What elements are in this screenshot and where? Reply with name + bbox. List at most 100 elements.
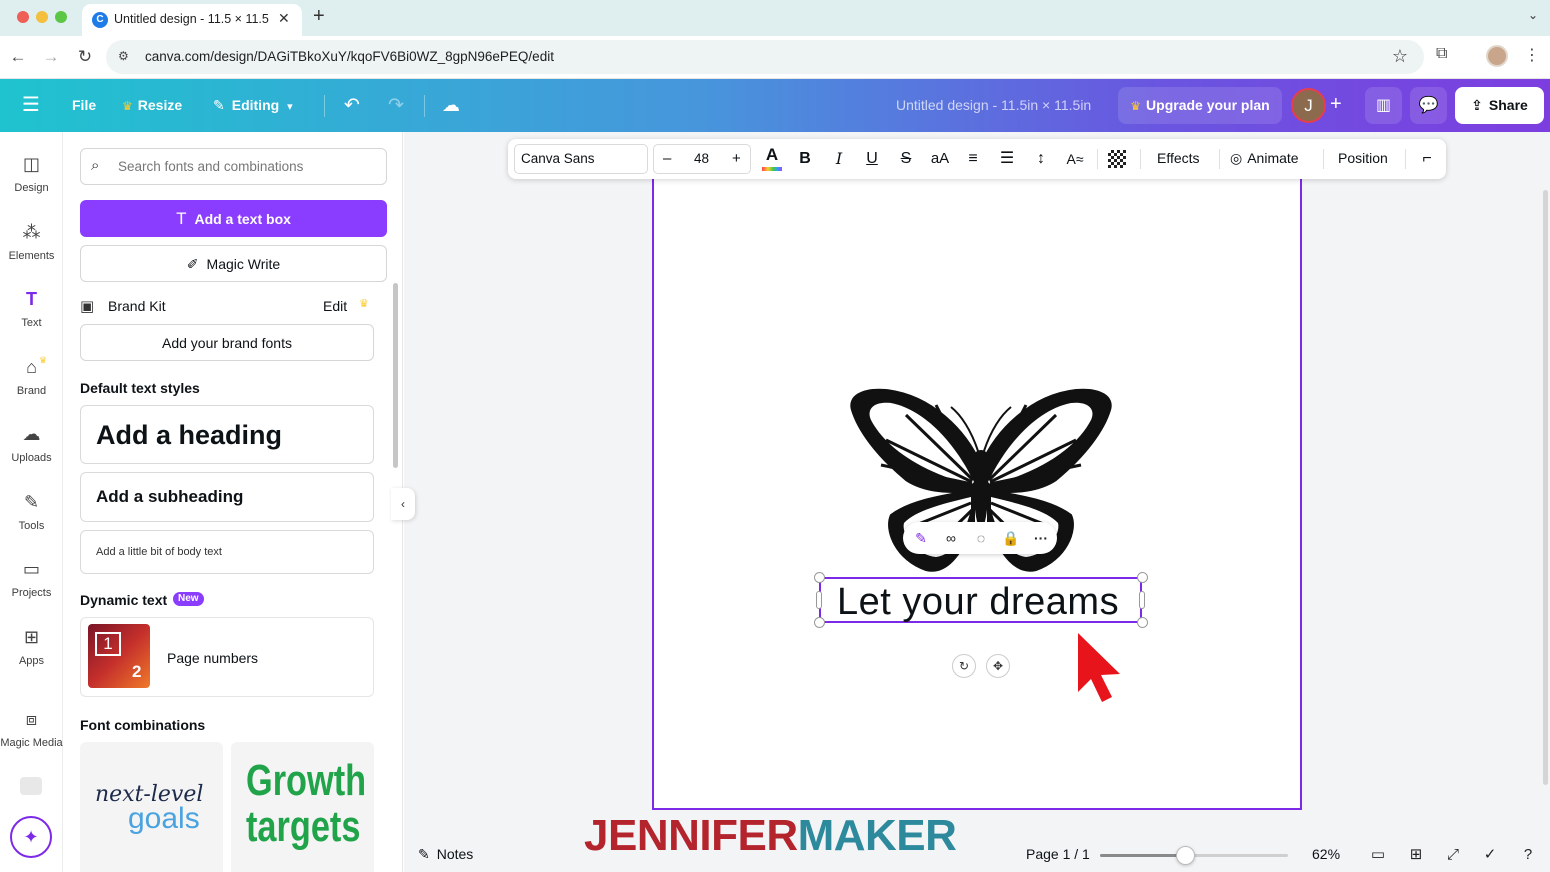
add-heading-card[interactable]: Add a heading: [80, 405, 374, 464]
tab-close-icon[interactable]: ✕: [278, 10, 290, 27]
font-combination-card[interactable]: next-level goals: [80, 742, 223, 872]
rail-item-tools[interactable]: ✎ Tools: [0, 490, 63, 532]
magic-edit-icon[interactable]: ✎: [910, 527, 932, 549]
more-options-icon[interactable]: ···: [1030, 527, 1052, 549]
user-avatar[interactable]: J: [1291, 88, 1326, 123]
canvas-scrollbar[interactable]: [1543, 190, 1548, 785]
upgrade-plan-button[interactable]: ♛ Upgrade your plan: [1118, 87, 1282, 124]
panel-scrollbar[interactable]: [393, 283, 398, 468]
cloud-saved-icon[interactable]: ☁: [442, 79, 460, 132]
rail-item-uploads[interactable]: ☁ Uploads: [0, 422, 63, 464]
check-circle-icon[interactable]: ✓: [1480, 845, 1500, 865]
resize-handle-top-right[interactable]: [1137, 572, 1148, 583]
rail-label: Projects: [11, 587, 52, 599]
add-subheading-card[interactable]: Add a subheading: [80, 472, 374, 522]
url-text[interactable]: canva.com/design/DAGiTBkoXuY/kqoFV6Bi0WZ…: [145, 49, 554, 64]
new-tab-icon[interactable]: +: [313, 5, 325, 28]
forward-icon[interactable]: →: [40, 46, 62, 68]
help-icon[interactable]: ?: [1518, 845, 1538, 865]
comments-icon[interactable]: 💬: [1410, 87, 1447, 124]
selected-text-box[interactable]: Let your dreams: [819, 577, 1142, 623]
move-handle-icon[interactable]: ✥: [986, 654, 1010, 678]
zoom-level[interactable]: 62%: [1312, 846, 1340, 862]
canvas-text[interactable]: Let your dreams: [837, 581, 1119, 624]
animate-button[interactable]: ◎ Animate: [1230, 150, 1299, 167]
editing-mode-button[interactable]: ✎ Editing ▾: [213, 79, 293, 132]
browser-profile-avatar[interactable]: [1486, 45, 1508, 67]
paint-roller-icon[interactable]: ⌐: [1416, 148, 1438, 170]
resize-handle-left[interactable]: [816, 591, 822, 609]
window-maximize-button[interactable]: [55, 11, 67, 23]
window-close-button[interactable]: [17, 11, 29, 23]
tab-list-chevron-icon[interactable]: ⌄: [1523, 8, 1543, 26]
resize-handle-right[interactable]: [1139, 591, 1145, 609]
bookmark-star-icon[interactable]: ☆: [1392, 46, 1408, 67]
spacing-icon[interactable]: ↕: [1030, 148, 1052, 170]
collapse-panel-chevron-icon[interactable]: ‹: [391, 488, 415, 520]
pages-view-icon[interactable]: ▭: [1368, 845, 1388, 865]
browser-menu-icon[interactable]: ⋮: [1524, 45, 1540, 65]
page-numbers-card[interactable]: 1 2 Page numbers: [80, 617, 374, 697]
align-center-icon[interactable]: ≡: [962, 148, 984, 170]
notes-button[interactable]: ✎ Notes: [418, 846, 473, 863]
site-info-icon[interactable]: ⚙: [118, 49, 129, 63]
insights-chart-icon[interactable]: ▥: [1365, 87, 1402, 124]
window-minimize-button[interactable]: [36, 11, 48, 23]
zoom-slider-handle[interactable]: [1175, 846, 1195, 865]
reload-icon[interactable]: ↻: [74, 46, 96, 68]
font-size-value[interactable]: 48: [694, 151, 709, 166]
rotate-handle-icon[interactable]: ↻: [952, 654, 976, 678]
effects-button[interactable]: Effects: [1157, 150, 1200, 166]
brand-kit-edit-link[interactable]: Edit: [323, 298, 347, 314]
main-menu-icon[interactable]: ☰: [22, 79, 40, 132]
list-icon[interactable]: ☰: [996, 148, 1018, 170]
resize-handle-top-left[interactable]: [814, 572, 825, 583]
bold-icon[interactable]: B: [794, 148, 816, 170]
underline-icon[interactable]: U: [861, 148, 883, 170]
extensions-icon[interactable]: ⧉: [1436, 45, 1447, 63]
omnibox[interactable]: ⚙ canva.com/design/DAGiTBkoXuY/kqoFV6Bi0…: [106, 40, 1424, 74]
position-button[interactable]: Position: [1338, 150, 1388, 166]
transparency-icon[interactable]: [1108, 150, 1126, 168]
undo-icon[interactable]: ↶: [344, 79, 360, 132]
rail-item-apps[interactable]: ⊞ Apps: [0, 625, 63, 667]
share-button[interactable]: ⇪ Share: [1455, 87, 1544, 124]
magic-write-button[interactable]: ✐ Magic Write: [80, 245, 387, 282]
browser-tab[interactable]: C Untitled design - 11.5 × 11.5in ✕: [82, 4, 302, 36]
rail-item-elements[interactable]: ⁂ Elements: [0, 220, 63, 262]
resize-button[interactable]: ♛ Resize: [122, 79, 182, 132]
resize-handle-bottom-left[interactable]: [814, 617, 825, 628]
rail-item-brand[interactable]: ♛ ⌂ Brand: [0, 355, 63, 397]
link-icon[interactable]: ∞: [940, 527, 962, 549]
comment-add-icon[interactable]: ◌: [970, 527, 992, 549]
fullscreen-icon[interactable]: ⤢: [1443, 845, 1463, 865]
rail-item-magic-media[interactable]: ⧈ Magic Media: [0, 707, 63, 749]
strikethrough-icon[interactable]: S: [895, 148, 917, 170]
grid-view-icon[interactable]: ⊞: [1406, 845, 1426, 865]
decrease-font-size-button[interactable]: –: [663, 150, 671, 167]
lock-icon[interactable]: 🔒: [1000, 527, 1022, 549]
rail-item-projects[interactable]: ▭ Projects: [0, 557, 63, 599]
redo-icon[interactable]: ↷: [388, 79, 404, 132]
add-body-text-card[interactable]: Add a little bit of body text: [80, 530, 374, 574]
add-text-box-button[interactable]: T Add a text box: [80, 200, 387, 237]
add-collaborator-icon[interactable]: +: [1330, 93, 1342, 116]
font-search-input[interactable]: ⌕ Search fonts and combinations: [80, 148, 387, 185]
font-family-select[interactable]: Canva Sans: [514, 144, 648, 174]
page-indicator[interactable]: Page 1 / 1: [1026, 846, 1090, 862]
text-color-icon[interactable]: A: [761, 145, 783, 171]
document-title[interactable]: Untitled design - 11.5in × 11.5in: [896, 79, 1091, 132]
text-style-icon[interactable]: A≈: [1064, 148, 1086, 170]
add-brand-fonts-button[interactable]: Add your brand fonts: [80, 324, 374, 361]
file-menu-button[interactable]: File: [72, 79, 96, 132]
font-combination-card[interactable]: Growth targets: [231, 742, 374, 872]
rail-item-design[interactable]: ◫ Design: [0, 152, 63, 194]
font-size-stepper[interactable]: – 48 +: [653, 144, 751, 174]
magic-assistant-sparkle-icon[interactable]: ✦: [10, 816, 52, 858]
italic-icon[interactable]: I: [828, 148, 850, 170]
letter-case-icon[interactable]: aA: [927, 148, 953, 170]
increase-font-size-button[interactable]: +: [732, 150, 741, 167]
rail-item-text[interactable]: T Text: [0, 287, 63, 329]
back-icon[interactable]: ←: [7, 46, 29, 68]
resize-handle-bottom-right[interactable]: [1137, 617, 1148, 628]
